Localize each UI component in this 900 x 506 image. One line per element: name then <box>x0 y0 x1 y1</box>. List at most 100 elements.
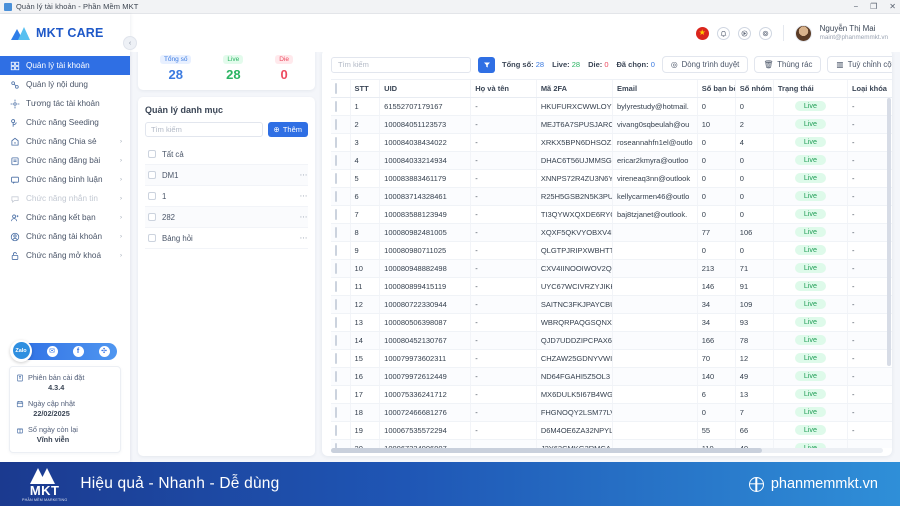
category-checkbox[interactable] <box>148 192 156 200</box>
table-row[interactable]: 4 100084033214934- DHAC6T56UJMMSG ericar2km… <box>331 151 892 170</box>
sidebar-item-10[interactable]: Chức năng mở khoá › <box>0 246 130 265</box>
category-checkbox[interactable] <box>148 150 156 158</box>
table-row[interactable]: 17 100075336241712- MX6DULK5I67B4WG 6 13 Live… <box>331 385 892 404</box>
row-checkbox[interactable] <box>335 208 337 220</box>
maximize-button[interactable]: ❐ <box>870 3 877 11</box>
row-checkbox[interactable] <box>335 334 337 346</box>
zalo-icon[interactable]: Zalo <box>10 339 32 362</box>
footer-website[interactable]: phanmemmkt.vn <box>748 476 878 492</box>
table-vertical-scrollbar[interactable] <box>887 98 891 366</box>
category-item[interactable]: 1 ⋮ <box>145 186 308 207</box>
mkt-footer-icon <box>29 467 60 484</box>
row-checkbox[interactable] <box>335 190 337 202</box>
table-row[interactable]: 10 100080948882498- CXV4IINOOIWOV2Q 213 71 Li… <box>331 259 892 278</box>
column-header-3[interactable]: Mã 2FA <box>536 80 614 98</box>
table-row[interactable]: 8 100080982481005- XQXF5QKVYOBXV4I 77 106 Liv… <box>331 223 892 242</box>
category-item[interactable]: Bảng hỏi ⋮ <box>145 228 308 249</box>
sidebar-item-9[interactable]: Chức năng tài khoản › <box>0 227 130 246</box>
category-checkbox[interactable] <box>148 234 156 242</box>
category-checkbox[interactable] <box>148 213 156 221</box>
row-checkbox[interactable] <box>335 388 337 400</box>
messenger-icon[interactable]: ✉ <box>46 345 58 357</box>
table-row[interactable]: 7 100083588123949- TI3QYWXQXDE6RYC baj8tzja… <box>331 205 892 224</box>
table-row[interactable]: 16 100079972612449- ND64FGAHI5Z5OL3 140 49 Li… <box>331 367 892 386</box>
column-header-7[interactable]: Trạng thái <box>773 80 848 98</box>
row-checkbox[interactable] <box>335 172 337 184</box>
table-row[interactable]: 19 100067535572294- D6M4OE6ZA32NPYL 55 66 Liv… <box>331 421 892 440</box>
category-item[interactable]: DM1 ⋮ <box>145 165 308 186</box>
column-header-2[interactable]: Họ và tên <box>470 80 537 98</box>
row-checkbox[interactable] <box>335 424 337 436</box>
sidebar-item-0[interactable]: Quản lý tài khoản <box>0 56 130 75</box>
close-button[interactable]: ✕ <box>889 3 896 11</box>
browser-profile-button[interactable]: ◎ Dòng trình duyệt <box>661 56 749 73</box>
table-row[interactable]: 2 100084051123573- MEJT6A7SPUSJARCI vivang0… <box>331 115 892 134</box>
trash-button[interactable]: 🗑 Thùng rác <box>754 56 822 73</box>
user-info[interactable]: Nguyễn Thị Mai maint@phanmemmkt.vn <box>820 24 888 42</box>
row-checkbox[interactable] <box>335 226 337 238</box>
table-row[interactable]: 9 100080980711025- QLGTPJRIPXWBHTT 0 0 Live - <box>331 241 892 260</box>
row-checkbox[interactable] <box>335 298 337 310</box>
table-row[interactable]: 18 100072466681276- FHGNOQY2LSM77LV 0 7 Live - <box>331 403 892 422</box>
row-checkbox[interactable] <box>335 370 337 382</box>
category-more-menu-icon[interactable]: ⋮ <box>299 192 308 200</box>
sidebar-item-1[interactable]: Quản lý nội dung <box>0 75 130 94</box>
avatar[interactable] <box>794 24 812 42</box>
table-horizontal-scrollbar[interactable] <box>331 448 883 453</box>
sidebar-item-5[interactable]: Chức năng đăng bài › <box>0 151 130 170</box>
gear-icon[interactable] <box>758 26 772 40</box>
row-checkbox[interactable] <box>335 154 337 166</box>
column-header-1[interactable]: UID <box>379 80 472 98</box>
select-all-checkbox[interactable] <box>335 82 337 94</box>
add-category-button[interactable]: ⊕ Thêm <box>267 122 308 137</box>
row-checkbox[interactable] <box>335 100 337 112</box>
category-item[interactable]: Tất cả <box>145 144 308 165</box>
column-header-8[interactable]: Loại khóa <box>847 80 892 98</box>
category-more-menu-icon[interactable]: ⋮ <box>299 234 308 242</box>
customize-columns-button[interactable]: ▥ Tuỳ chỉnh cột <box>827 56 892 73</box>
table-row[interactable]: 12 100080722330944- SAITNC3FKJPAYCBU 34 109 L… <box>331 295 892 314</box>
facebook-icon[interactable]: f <box>72 345 84 357</box>
table-row[interactable]: 3 100084038434022- XRKX5BPN6DHSOZ1 roseanna… <box>331 133 892 152</box>
row-checkbox[interactable] <box>335 316 337 328</box>
row-checkbox[interactable] <box>335 136 337 148</box>
row-select-cell <box>331 259 351 278</box>
table-row[interactable]: 15 100079973602311- CHZAW25GDNYVWI 70 12 Live… <box>331 349 892 368</box>
row-checkbox[interactable] <box>335 406 337 418</box>
column-header-6[interactable]: Số nhóm <box>735 80 774 98</box>
table-row[interactable]: 1 61552707179167- HKUFURXCWWLOY1 bylyrestud… <box>331 97 892 116</box>
sidebar-collapse-button[interactable]: ‹ <box>123 36 137 50</box>
category-search-input[interactable] <box>145 122 263 137</box>
table-row[interactable]: 11 100080899415119- UYC67WCIVRZYJIKK 146 91 L… <box>331 277 892 296</box>
category-more-menu-icon[interactable]: ⋮ <box>299 171 308 179</box>
sidebar-item-2[interactable]: Tương tác tài khoản <box>0 94 130 113</box>
column-header-0[interactable]: STT <box>350 80 381 98</box>
row-checkbox[interactable] <box>335 352 337 364</box>
table-row[interactable]: 14 100080452130767- QJD7UDDZIPCPAX6 166 78 Li… <box>331 331 892 350</box>
search-input[interactable] <box>331 56 471 73</box>
sidebar-item-3[interactable]: Chức năng Seeding <box>0 113 130 132</box>
row-checkbox[interactable] <box>335 244 337 256</box>
sidebar-item-6[interactable]: Chức năng bình luận › <box>0 170 130 189</box>
table-row[interactable]: 13 100080506398087- WBRQRPAQGSQNXI 34 93 Live… <box>331 313 892 332</box>
table-row[interactable]: 6 100083714328461- R25H5GSB2N5K3PU kellycar… <box>331 187 892 206</box>
table-row[interactable]: 20 100067334906907- J2Y62CMKG3RMCA 110 49 Liv… <box>331 439 892 448</box>
table-row[interactable]: 5 100083883461179- XNNPS72R4ZU3N6Y1 virenea… <box>331 169 892 188</box>
flag-vn-icon[interactable]: ★ <box>695 26 709 40</box>
category-checkbox[interactable] <box>148 171 156 179</box>
cell-status: Live <box>773 295 848 314</box>
play-icon[interactable] <box>737 26 751 40</box>
column-header-5[interactable]: Số bạn bè <box>697 80 736 98</box>
column-header-4[interactable]: Email <box>612 80 698 98</box>
filter-icon[interactable] <box>478 56 495 73</box>
minimize-button[interactable]: − <box>853 3 858 11</box>
sidebar-item-4[interactable]: Chức năng Chia sẻ › <box>0 132 130 151</box>
sidebar-item-8[interactable]: Chức năng kết bạn › <box>0 208 130 227</box>
row-checkbox[interactable] <box>335 262 337 274</box>
category-item[interactable]: 282 ⋮ <box>145 207 308 228</box>
website-icon[interactable]: ✣ <box>98 345 110 357</box>
bell-icon[interactable] <box>716 26 730 40</box>
row-checkbox[interactable] <box>335 280 337 292</box>
category-more-menu-icon[interactable]: ⋮ <box>299 213 308 221</box>
row-checkbox[interactable] <box>335 118 337 130</box>
